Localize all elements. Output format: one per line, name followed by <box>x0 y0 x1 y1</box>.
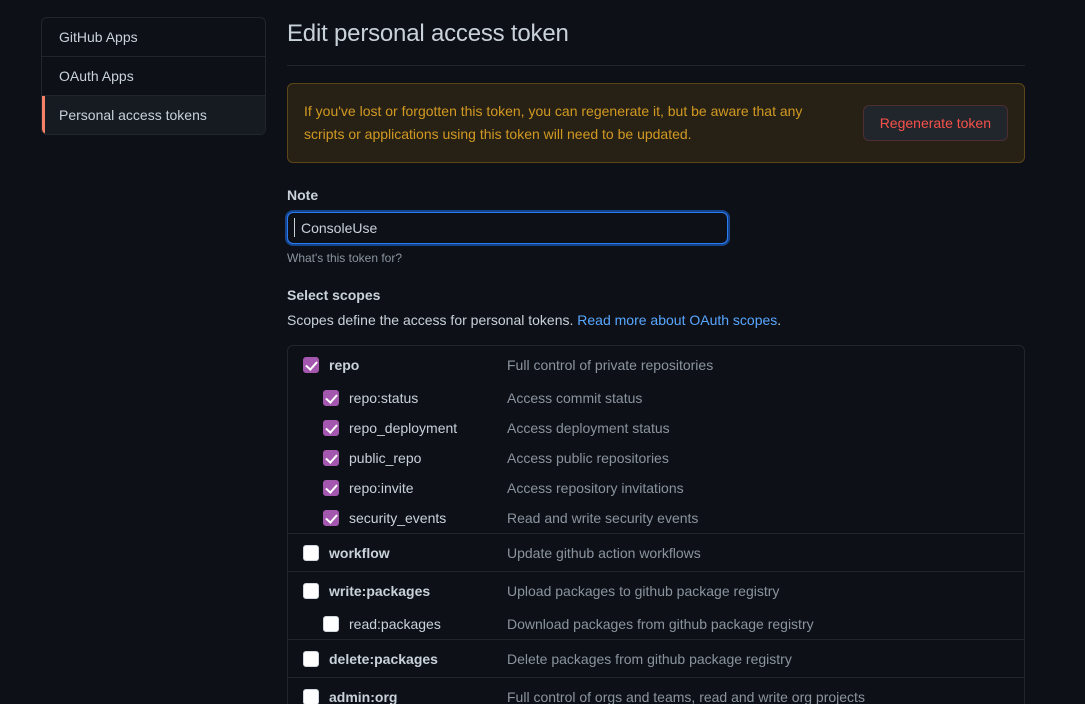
checkbox-delete-packages[interactable] <box>303 651 319 667</box>
scope-description: Access repository invitations <box>507 480 684 496</box>
scope-group-workflow: workflow Update github action workflows <box>288 534 1024 572</box>
scope-row-admin-org[interactable]: admin:org Full control of orgs and teams… <box>288 678 1024 704</box>
checkbox-workflow[interactable] <box>303 545 319 561</box>
checkbox-repo-invite[interactable] <box>323 480 339 496</box>
scope-name[interactable]: repo <box>329 355 507 375</box>
scope-name[interactable]: repo_deployment <box>349 418 507 438</box>
scope-row-write-packages[interactable]: write:packages Upload packages to github… <box>288 572 1024 609</box>
regenerate-warning-banner: If you've lost or forgotten this token, … <box>287 83 1025 163</box>
oauth-scopes-link[interactable]: Read more about OAuth scopes <box>577 312 777 328</box>
scope-description: Update github action workflows <box>507 545 701 561</box>
scope-name[interactable]: repo:invite <box>349 478 507 498</box>
scopes-description-period: . <box>777 312 782 328</box>
scopes-list: repo Full control of private repositorie… <box>287 345 1025 704</box>
page-title: Edit personal access token <box>287 20 569 47</box>
scope-name[interactable]: delete:packages <box>329 649 507 669</box>
checkbox-repo-status[interactable] <box>323 390 339 406</box>
checkbox-repo[interactable] <box>303 357 319 373</box>
scope-description: Download packages from github package re… <box>507 616 814 632</box>
scope-name[interactable]: read:packages <box>349 614 507 634</box>
text-caret <box>294 218 295 237</box>
scope-description: Full control of private repositories <box>507 357 714 373</box>
scope-row-public-repo[interactable]: public_repo Access public repositories <box>288 443 1024 473</box>
scope-name[interactable]: public_repo <box>349 448 507 468</box>
scope-row-repo-deployment[interactable]: repo_deployment Access deployment status <box>288 413 1024 443</box>
select-scopes-heading: Select scopes <box>287 287 381 303</box>
scope-group-delete-packages: delete:packages Delete packages from git… <box>288 640 1024 678</box>
note-label: Note <box>287 187 319 203</box>
sidebar-item-label: OAuth Apps <box>59 68 134 84</box>
scope-name[interactable]: admin:org <box>329 687 507 704</box>
checkbox-read-packages[interactable] <box>323 616 339 632</box>
scope-description: Access commit status <box>507 390 643 406</box>
regenerate-token-button[interactable]: Regenerate token <box>862 105 1008 141</box>
scope-row-repo[interactable]: repo Full control of private repositorie… <box>288 346 1024 383</box>
scope-description: Upload packages to github package regist… <box>507 583 780 599</box>
note-input[interactable] <box>285 210 730 246</box>
sidebar-item-personal-access-tokens[interactable]: Personal access tokens <box>42 96 265 134</box>
scope-row-repo-invite[interactable]: repo:invite Access repository invitation… <box>288 473 1024 503</box>
checkbox-write-packages[interactable] <box>303 583 319 599</box>
scope-description: Access public repositories <box>507 450 669 466</box>
scope-description: Access deployment status <box>507 420 670 436</box>
warning-message: If you've lost or forgotten this token, … <box>304 103 803 142</box>
scope-description: Delete packages from github package regi… <box>507 651 792 667</box>
scope-group-repo: repo Full control of private repositorie… <box>288 346 1024 534</box>
scope-row-read-packages[interactable]: read:packages Download packages from git… <box>288 609 1024 639</box>
scope-row-workflow[interactable]: workflow Update github action workflows <box>288 534 1024 571</box>
note-input-wrapper <box>285 210 730 246</box>
scope-name[interactable]: workflow <box>329 543 507 563</box>
scope-description: Full control of orgs and teams, read and… <box>507 689 865 704</box>
scope-description: Read and write security events <box>507 510 699 526</box>
checkbox-repo-deployment[interactable] <box>323 420 339 436</box>
scopes-description-text: Scopes define the access for personal to… <box>287 312 578 328</box>
checkbox-admin-org[interactable] <box>303 689 319 704</box>
scope-name[interactable]: repo:status <box>349 388 507 408</box>
scope-name[interactable]: write:packages <box>329 581 507 601</box>
sidebar-item-oauth-apps[interactable]: OAuth Apps <box>42 57 265 96</box>
scope-group-write-packages: write:packages Upload packages to github… <box>288 572 1024 640</box>
scope-row-repo-status[interactable]: repo:status Access commit status <box>288 383 1024 413</box>
checkbox-public-repo[interactable] <box>323 450 339 466</box>
main-content: Edit personal access token If you've los… <box>285 0 1025 704</box>
checkbox-security-events[interactable] <box>323 510 339 526</box>
settings-sidebar: GitHub Apps OAuth Apps Personal access t… <box>41 17 266 135</box>
scope-group-admin-org: admin:org Full control of orgs and teams… <box>288 678 1024 704</box>
scope-row-security-events[interactable]: security_events Read and write security … <box>288 503 1024 533</box>
scope-name[interactable]: security_events <box>349 508 507 528</box>
sidebar-item-label: GitHub Apps <box>59 29 138 45</box>
scope-row-delete-packages[interactable]: delete:packages Delete packages from git… <box>288 640 1024 677</box>
sidebar-item-label: Personal access tokens <box>59 107 207 123</box>
scopes-description: Scopes define the access for personal to… <box>287 311 1025 330</box>
note-help-text: What's this token for? <box>287 251 403 265</box>
sidebar-item-github-apps[interactable]: GitHub Apps <box>42 18 265 57</box>
title-divider <box>287 65 1025 66</box>
